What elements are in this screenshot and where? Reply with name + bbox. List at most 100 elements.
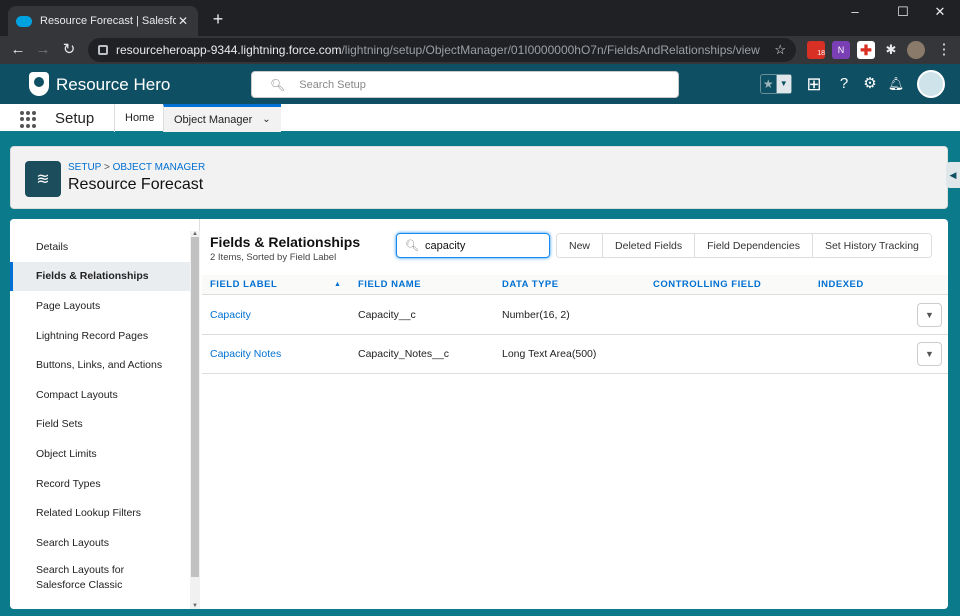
address-bar[interactable]: resourceheroapp-9344.lightning.force.com… — [88, 38, 796, 62]
tab-home[interactable]: Home — [114, 104, 164, 132]
row-actions-dropdown-icon[interactable]: ▼ — [917, 342, 942, 366]
sidebar-item-details[interactable]: Details — [10, 232, 199, 262]
sidebar-scrollbar[interactable]: ▲ ▼ — [190, 231, 200, 609]
favorites-control[interactable]: ★ ▼ — [760, 74, 792, 94]
field-name: Capacity__c — [358, 309, 416, 321]
browser-toolbar: ← → ↻ resourceheroapp-9344.lightning.for… — [0, 36, 960, 64]
sidebar-item-page-layouts[interactable]: Page Layouts — [10, 291, 199, 321]
scroll-down-icon[interactable]: ▼ — [190, 603, 200, 609]
sidebar-item-search-layouts-classic[interactable]: Search Layouts for Salesforce Classic — [10, 558, 199, 598]
fields-table-header: FIELD LABEL ▲ FIELD NAME DATA TYPE CONTR… — [202, 275, 948, 295]
fields-button-group: New Deleted Fields Field Dependencies Se… — [556, 233, 932, 258]
browser-tab[interactable]: Resource Forecast | Salesforce ✕ — [8, 6, 198, 36]
forward-icon[interactable]: → — [33, 40, 53, 60]
column-indexed[interactable]: INDEXED — [818, 279, 864, 290]
column-data-type[interactable]: DATA TYPE — [502, 279, 559, 290]
sidebar-item-lightning-record-pages[interactable]: Lightning Record Pages — [10, 321, 199, 351]
app-navbar: Setup Home Object Manager ⌄ — [0, 104, 960, 134]
sidebar-item-buttons-links-actions[interactable]: Buttons, Links, and Actions — [10, 350, 199, 380]
data-type: Long Text Area(500) — [502, 348, 597, 360]
breadcrumb-object-manager[interactable]: OBJECT MANAGER — [113, 162, 206, 173]
field-dependencies-button[interactable]: Field Dependencies — [694, 234, 812, 257]
sidebar-item-label: Search Layouts — [36, 536, 109, 549]
sidebar-item-field-sets[interactable]: Field Sets — [10, 410, 199, 440]
sidebar-item-label: Related Lookup Filters — [36, 507, 142, 520]
maximize-icon[interactable]: ☐ — [888, 4, 918, 20]
favorites-star-icon[interactable]: ★ — [761, 75, 776, 93]
app-launcher-icon[interactable] — [20, 111, 37, 128]
new-tab-icon[interactable]: + — [208, 9, 228, 30]
scrollbar-thumb[interactable] — [191, 237, 199, 577]
column-field-name[interactable]: FIELD NAME — [358, 279, 421, 290]
user-avatar[interactable] — [917, 70, 945, 98]
sidebar-item-label: Object Limits — [36, 447, 97, 460]
sidebar-item-label: Record Types — [36, 477, 101, 490]
setup-search[interactable]: 🔍︎ — [251, 71, 679, 98]
notifications-bell-icon[interactable]: 🔔︎ — [886, 74, 906, 94]
tab-object-manager[interactable]: Object Manager ⌄ — [163, 104, 281, 132]
quick-find-input[interactable] — [424, 239, 545, 252]
main-card: Details Fields & Relationships Page Layo… — [10, 219, 948, 609]
sidebar-item-object-limits[interactable]: Object Limits — [10, 439, 199, 469]
page-title: Resource Forecast — [68, 176, 204, 193]
reload-icon[interactable]: ↻ — [59, 40, 79, 60]
profile-avatar-icon[interactable] — [907, 41, 925, 59]
bookmark-star-icon[interactable]: ☆ — [774, 42, 786, 58]
column-field-label[interactable]: FIELD LABEL — [210, 279, 277, 290]
data-type: Number(16, 2) — [502, 309, 570, 321]
fields-panel: Fields & Relationships 2 Items, Sorted b… — [202, 219, 948, 609]
fields-title: Fields & Relationships — [210, 234, 361, 250]
sidebar-item-label-line1: Search Layouts for — [36, 563, 125, 576]
sidebar-item-related-lookup-filters[interactable]: Related Lookup Filters — [10, 498, 199, 528]
browser-menu-icon[interactable]: ⋮ — [934, 40, 954, 60]
panel-toggle-icon[interactable]: ◀ — [946, 162, 960, 188]
column-controlling-field[interactable]: CONTROLLING FIELD — [653, 279, 761, 290]
close-window-icon[interactable]: ✕ — [925, 4, 955, 20]
search-icon: 🔍︎ — [270, 77, 286, 92]
field-label-link[interactable]: Capacity — [210, 309, 251, 321]
breadcrumb-setup[interactable]: SETUP — [68, 162, 101, 173]
field-name: Capacity_Notes__c — [358, 348, 450, 360]
table-row: Capacity Capacity__c Number(16, 2) ▼ — [202, 296, 948, 335]
row-actions-dropdown-icon[interactable]: ▼ — [917, 303, 942, 327]
sidebar-item-label: Buttons, Links, and Actions — [36, 359, 163, 372]
sidebar-item-compact-layouts[interactable]: Compact Layouts — [10, 380, 199, 410]
sort-ascending-icon[interactable]: ▲ — [334, 281, 341, 288]
new-button[interactable]: New — [557, 234, 603, 257]
calendar-extension-icon[interactable]: 18 — [807, 41, 825, 59]
favorites-dropdown-icon[interactable]: ▼ — [775, 75, 791, 93]
breadcrumb-separator: > — [103, 162, 110, 173]
brand-name: Resource Hero — [56, 75, 171, 94]
object-header: ≋ SETUP > OBJECT MANAGER Resource Foreca… — [10, 146, 948, 209]
table-row: Capacity Notes Capacity_Notes__c Long Te… — [202, 335, 948, 374]
quick-find[interactable]: 🔍︎ — [396, 233, 550, 258]
back-icon[interactable]: ← — [8, 40, 28, 60]
breadcrumb: SETUP > OBJECT MANAGER — [68, 162, 205, 173]
sidebar-item-label-line2: Salesforce Classic — [36, 578, 123, 591]
search-icon: 🔍︎ — [405, 240, 419, 252]
help-icon[interactable]: ? — [834, 74, 854, 94]
close-tab-icon[interactable]: ✕ — [176, 14, 190, 28]
settings-gear-icon[interactable]: ⚙ — [860, 74, 880, 94]
sidebar-item-label: Page Layouts — [36, 299, 101, 312]
sidebar-item-label: Fields & Relationships — [36, 270, 149, 283]
global-actions-plus-icon[interactable]: ⊞ — [804, 74, 824, 94]
sidebar-item-search-layouts[interactable]: Search Layouts — [10, 528, 199, 558]
browser-tabbar: Resource Forecast | Salesforce ✕ + – ☐ ✕ — [0, 0, 960, 36]
deleted-fields-button[interactable]: Deleted Fields — [602, 234, 695, 257]
layers-icon: ≋ — [25, 161, 61, 197]
health-extension-icon[interactable]: ✚ — [857, 41, 875, 59]
chevron-down-icon[interactable]: ⌄ — [262, 114, 270, 125]
set-history-tracking-button[interactable]: Set History Tracking — [811, 234, 931, 257]
sidebar-item-label: Field Sets — [36, 418, 83, 431]
field-label-link[interactable]: Capacity Notes — [210, 348, 281, 360]
setup-search-input[interactable] — [299, 78, 660, 91]
extensions-puzzle-icon[interactable]: ✱ — [882, 41, 900, 59]
minimize-icon[interactable]: – — [840, 4, 870, 19]
object-sidebar: Details Fields & Relationships Page Layo… — [10, 219, 200, 609]
sidebar-item-record-types[interactable]: Record Types — [10, 469, 199, 499]
sidebar-item-fields-relationships[interactable]: Fields & Relationships — [10, 261, 199, 292]
tab-object-manager-label: Object Manager — [174, 113, 253, 126]
url-text: resourceheroapp-9344.lightning.force.com… — [116, 43, 774, 57]
onenote-extension-icon[interactable]: N — [832, 41, 850, 59]
